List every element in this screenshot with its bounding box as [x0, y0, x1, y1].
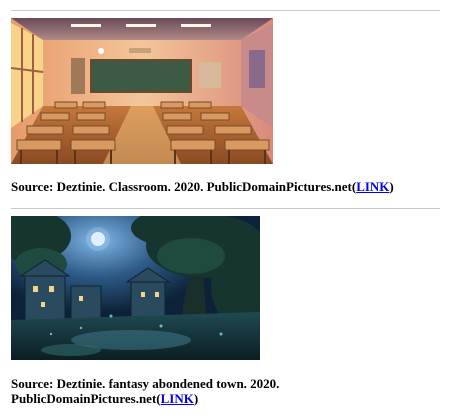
classroom-source-link[interactable]: LINK	[356, 179, 389, 194]
caption-close-paren: )	[389, 179, 394, 194]
caption-text-line2: PublicDomainPictures.net(	[11, 391, 161, 406]
caption-close-paren: )	[193, 391, 199, 406]
top-divider	[11, 10, 440, 11]
middle-divider	[11, 208, 440, 209]
caption-text-line1: Source: Deztinie. fantasy abondened town…	[11, 376, 280, 391]
classroom-source-caption: Source: Deztinie. Classroom. 2020. Publi…	[11, 179, 441, 194]
fantasy-town-source-link[interactable]: LINK	[161, 391, 194, 406]
fantasy-town-image	[11, 216, 260, 360]
fantasy-town-source-caption: Source: Deztinie. fantasy abondened town…	[11, 376, 441, 406]
classroom-image	[11, 18, 273, 164]
caption-text: Source: Deztinie. Classroom. 2020. Publi…	[11, 179, 357, 194]
